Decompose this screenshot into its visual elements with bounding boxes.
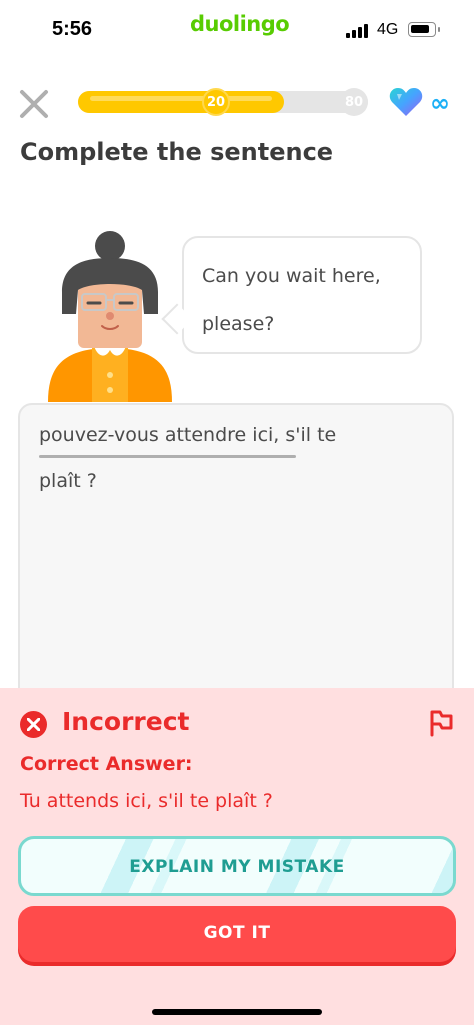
report-flag-button[interactable] [428,708,454,738]
progress-milestone-max: 80 [340,88,368,116]
answer-input-area[interactable] [18,403,454,703]
answer-text-line-1: pouvez-vous attendre ici, s'il te [39,424,337,446]
answer-underline [39,455,296,458]
progress-fill [78,91,284,113]
got-it-button[interactable]: GOT IT [18,906,456,962]
progress-milestone-current: 20 [202,88,230,116]
app-logo-text: duolingo [190,12,290,36]
prompt-line-1: Can you wait here, [202,265,381,287]
signal-icon [346,24,370,38]
incorrect-x-icon [20,711,47,738]
gem-heart-icon[interactable] [388,86,424,118]
prompt-sentence[interactable]: Can you wait here, please? [202,252,412,348]
battery-icon [408,22,440,37]
flag-icon [430,710,453,737]
character-illustration [40,230,180,405]
got-it-button-label: GOT IT [203,923,271,943]
correct-answer-label: Correct Answer: [20,753,193,775]
explain-my-mistake-button[interactable]: EXPLAIN MY MISTAKE [18,836,456,896]
home-indicator[interactable] [152,1009,322,1015]
feedback-status: Incorrect [62,707,190,736]
close-icon [20,90,48,118]
network-label: 4G [377,21,399,38]
close-button[interactable] [16,86,52,122]
status-time: 5:56 [52,18,93,40]
hearts-count: ∞ [430,89,450,117]
page-title: Complete the sentence [20,138,334,166]
correct-answer-text: Tu attends ici, s'il te plaît ? [20,790,273,812]
answer-text-line-2: plaît ? [39,470,97,492]
explain-button-label: EXPLAIN MY MISTAKE [129,857,345,877]
prompt-line-2: please? [202,313,275,335]
lesson-progress-bar: 20 80 [78,88,368,116]
